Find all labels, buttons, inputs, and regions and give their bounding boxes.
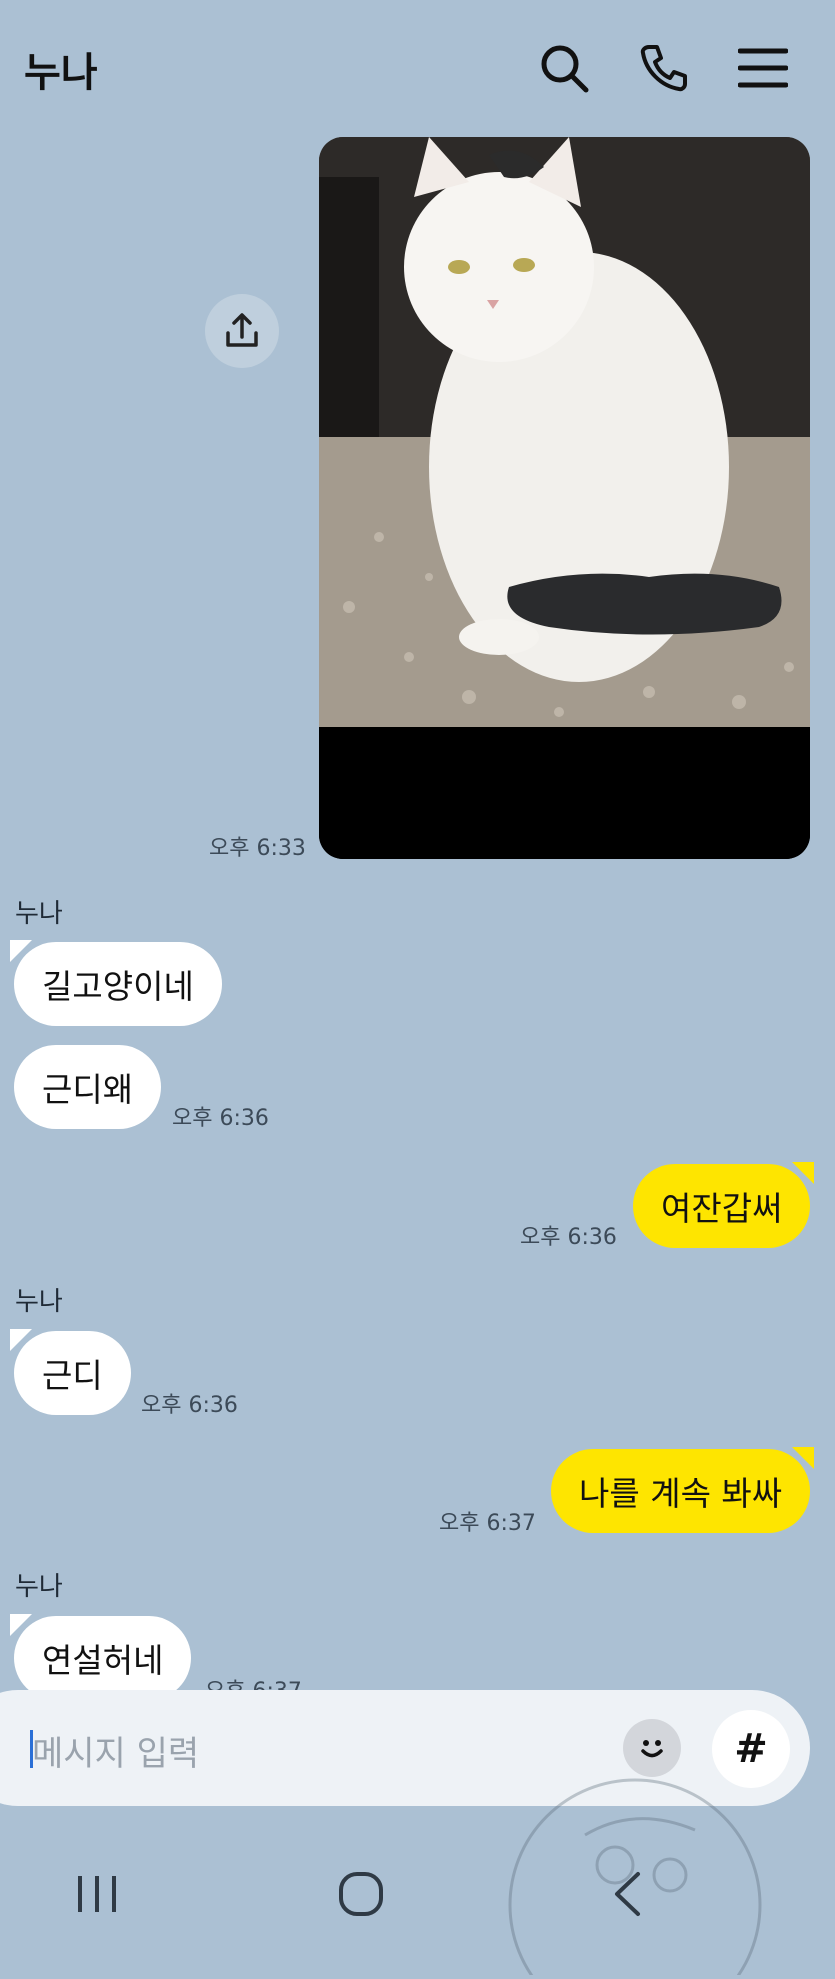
menu-icon[interactable]: [731, 36, 795, 100]
incoming-message[interactable]: 길고양이네: [14, 942, 222, 1026]
home-icon[interactable]: [301, 1836, 421, 1951]
outgoing-message[interactable]: 나를 계속 봐싸: [551, 1447, 814, 1533]
recent-apps-icon[interactable]: [37, 1836, 157, 1951]
incoming-message[interactable]: 근디: [14, 1331, 131, 1415]
message-time: 오후 6:36: [172, 1106, 269, 1131]
sender-name: 누나: [15, 899, 63, 929]
search-icon[interactable]: [532, 36, 596, 100]
outgoing-message[interactable]: 여잔갑써: [633, 1162, 814, 1248]
message-time: 오후 6:33: [209, 836, 306, 861]
emoji-icon[interactable]: [623, 1719, 681, 1777]
sender-name: 누나: [15, 1287, 63, 1317]
incoming-message[interactable]: 근디왜: [14, 1045, 162, 1129]
message-time: 오후 6:36: [141, 1393, 238, 1418]
share-icon[interactable]: [205, 294, 279, 368]
chat-title: 누나: [24, 50, 98, 96]
sender-name: 누나: [15, 1572, 63, 1602]
back-icon[interactable]: [567, 1836, 687, 1951]
message-time: 오후 6:36: [520, 1225, 617, 1250]
message-input[interactable]: 메시지 입력: [32, 1726, 199, 1775]
phone-icon[interactable]: [632, 36, 696, 100]
chat-header: 누나: [0, 0, 835, 135]
message-time: 오후 6:37: [439, 1511, 536, 1536]
incoming-message[interactable]: 연설허네: [14, 1616, 192, 1700]
system-nav-bar: [0, 1836, 835, 1951]
photo-message[interactable]: [319, 137, 810, 859]
